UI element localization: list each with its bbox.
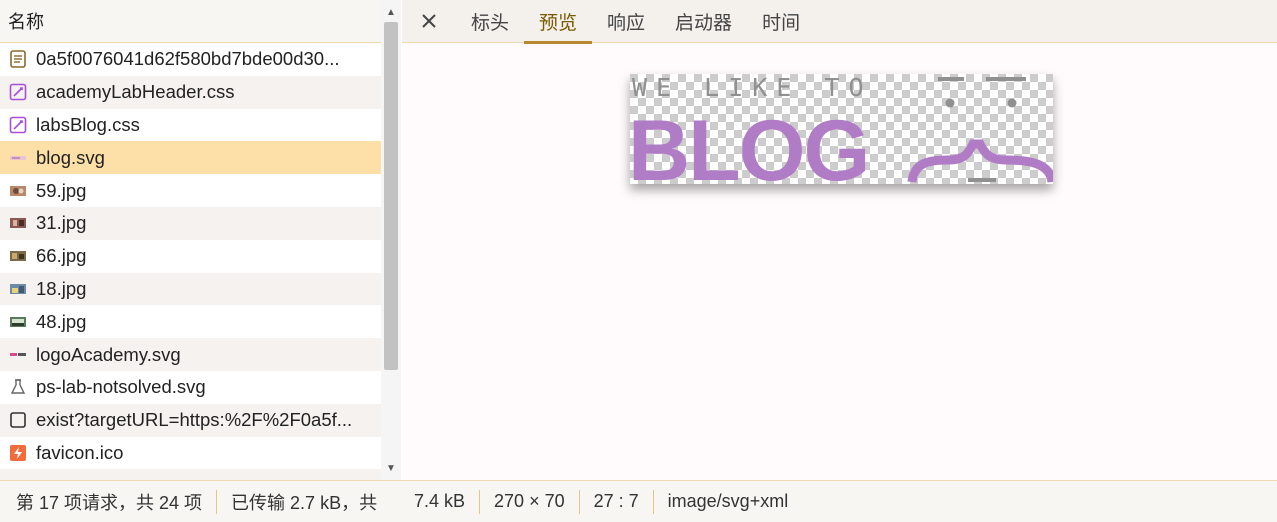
- preview-top-text: WE LIKE TO: [632, 74, 873, 102]
- name-column-label: 名称: [8, 12, 44, 32]
- request-row[interactable]: 18.jpg: [0, 272, 381, 306]
- request-name: 0a5f0076041d62f580bd7bde00d30...: [36, 48, 340, 70]
- css-file-icon: [8, 82, 28, 102]
- favicon-icon: [8, 443, 28, 463]
- image-thumbnail-icon: [8, 279, 28, 299]
- preview-image: WE LIKE TO BLOG: [628, 73, 1057, 199]
- close-icon[interactable]: [402, 0, 456, 43]
- transferred-size: 已传输 2.7 kB，共: [231, 492, 378, 513]
- separator: [479, 489, 481, 514]
- document-icon: [8, 49, 28, 69]
- image-thumbnail-icon: [8, 312, 28, 332]
- svg-thumbnail-icon: [8, 345, 28, 365]
- resource-size: 7.4 kB: [414, 491, 466, 511]
- preview-main-text: BLOG: [630, 103, 868, 184]
- request-row-partial[interactable]: [0, 469, 381, 480]
- request-name: exist?targetURL=https:%2F%2F0a5f...: [36, 409, 353, 431]
- request-row[interactable]: 31.jpg: [0, 206, 381, 240]
- request-name: 59.jpg: [36, 179, 87, 201]
- request-name: labsBlog.css: [36, 113, 140, 135]
- request-name: 66.jpg: [36, 245, 87, 267]
- request-row[interactable]: favicon.ico: [0, 436, 381, 470]
- image-thumbnail-icon: [8, 246, 28, 266]
- separator: [216, 489, 218, 514]
- tab-initiator[interactable]: 启动器: [660, 0, 747, 43]
- request-row[interactable]: labsBlog.css: [0, 108, 381, 142]
- status-bar: 第 17 项请求，共 24 项 已传输 2.7 kB，共 7.4 kB 270 …: [0, 480, 1277, 522]
- separator: [652, 489, 654, 514]
- scrollbar-thumb[interactable]: [384, 22, 398, 370]
- vertical-scrollbar[interactable]: ▲ ▼: [381, 0, 401, 480]
- request-row[interactable]: 0a5f0076041d62f580bd7bde00d30...: [0, 43, 381, 76]
- request-row-selected[interactable]: blog.svg: [0, 141, 381, 175]
- request-list: 0a5f0076041d62f580bd7bde00d30... academy…: [0, 43, 381, 480]
- request-row[interactable]: academyLabHeader.css: [0, 75, 381, 109]
- request-row[interactable]: exist?targetURL=https:%2F%2F0a5f...: [0, 403, 381, 437]
- mime-type: image/svg+xml: [667, 491, 789, 511]
- blank-file-icon: [8, 410, 28, 430]
- separator: [578, 489, 580, 514]
- name-column-header[interactable]: 名称: [0, 0, 400, 43]
- preview-area: WE LIKE TO BLOG: [402, 44, 1277, 480]
- tab-headers[interactable]: 标头: [456, 0, 524, 43]
- request-row[interactable]: 66.jpg: [0, 239, 381, 273]
- details-panel: 标头 预览 响应 启动器 时间 WE LIKE TO BLOG: [402, 0, 1277, 480]
- request-name: academyLabHeader.css: [36, 81, 235, 103]
- request-row[interactable]: 59.jpg: [0, 174, 381, 207]
- image-thumbnail-icon: [8, 213, 28, 233]
- status-right: 7.4 kB 270 × 70 27 : 7 image/svg+xml: [402, 489, 789, 514]
- scroll-up-arrow-icon[interactable]: ▲: [381, 4, 401, 20]
- request-name: logoAcademy.svg: [36, 343, 181, 365]
- request-row[interactable]: logoAcademy.svg: [0, 338, 381, 371]
- svg-thumbnail-icon: [8, 148, 28, 168]
- details-tab-bar: 标头 预览 响应 启动器 时间: [402, 0, 1277, 44]
- status-left: 第 17 项请求，共 24 项 已传输 2.7 kB，共: [0, 489, 402, 515]
- request-list-panel: 名称 0a5f0076041d62f580bd7bde00d30... acad…: [0, 0, 401, 480]
- css-file-icon: [8, 115, 28, 135]
- flask-icon: [8, 377, 28, 397]
- tab-response[interactable]: 响应: [592, 0, 660, 43]
- image-dimensions: 270 × 70: [494, 491, 565, 511]
- request-name: 48.jpg: [36, 310, 87, 332]
- request-name: ps-lab-notsolved.svg: [36, 376, 206, 398]
- tab-timing[interactable]: 时间: [747, 0, 815, 43]
- tab-preview[interactable]: 预览: [524, 0, 593, 44]
- request-count: 第 17 项请求，共 24 项: [16, 492, 203, 513]
- request-name: blog.svg: [36, 146, 105, 168]
- request-row[interactable]: 48.jpg: [0, 305, 381, 339]
- scroll-down-arrow-icon[interactable]: ▼: [381, 460, 401, 476]
- request-name: favicon.ico: [36, 441, 124, 463]
- aspect-ratio: 27 : 7: [593, 491, 639, 511]
- image-thumbnail-icon: [8, 181, 28, 201]
- request-row[interactable]: ps-lab-notsolved.svg: [0, 370, 381, 404]
- request-name: 18.jpg: [36, 277, 87, 299]
- request-name: 31.jpg: [36, 212, 87, 234]
